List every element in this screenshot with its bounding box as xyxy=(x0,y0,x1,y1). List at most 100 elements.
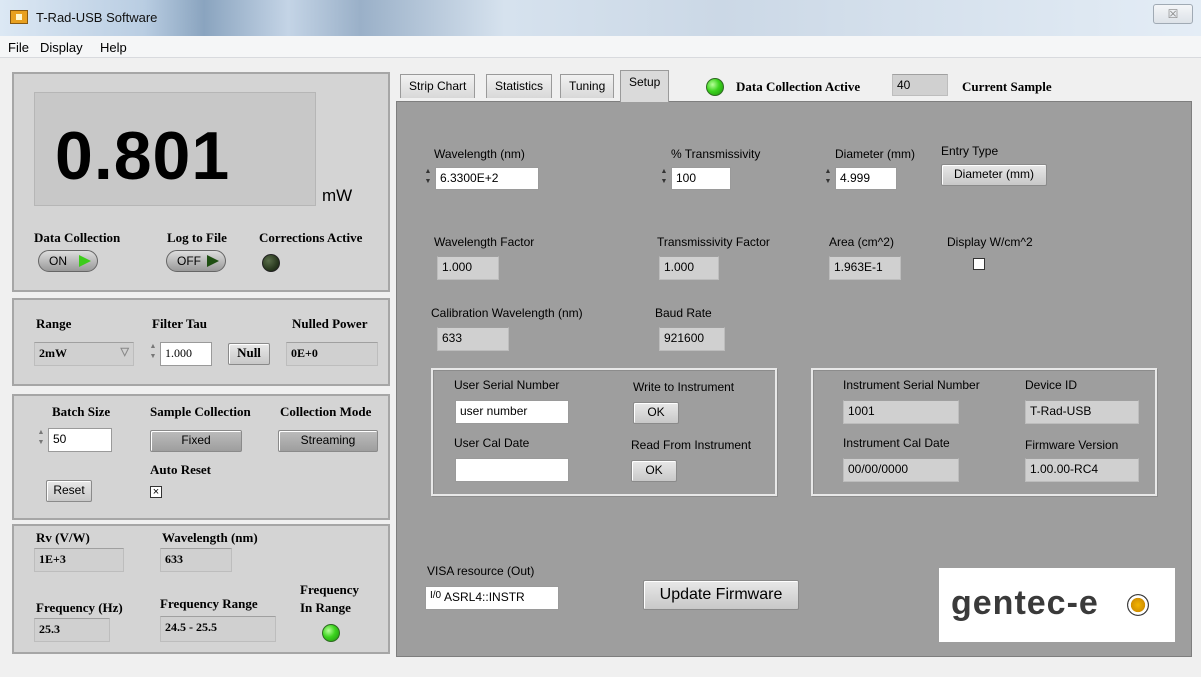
in-range-label-1: Frequency xyxy=(300,582,359,597)
toggle-off-arrow-icon xyxy=(207,255,219,267)
rv-value: 1E+3 xyxy=(34,548,124,572)
batch-size-input[interactable]: 50 xyxy=(48,428,112,452)
transmissivity-input[interactable]: 100 xyxy=(671,167,731,190)
instrument-serial-label: Instrument Serial Number xyxy=(843,378,980,392)
filter-tau-input[interactable]: 1.000 xyxy=(160,342,212,366)
baud-rate-label: Baud Rate xyxy=(655,306,712,320)
user-cal-date-input[interactable] xyxy=(455,458,569,482)
filter-tau-label: Filter Tau xyxy=(152,316,208,331)
info-wavelength-label: Wavelength (nm) xyxy=(162,530,258,545)
info-panel: Rv (V/W) 1E+3 Wavelength (nm) 633 Freque… xyxy=(12,524,390,654)
entry-type-select[interactable]: Diameter (mm) xyxy=(941,164,1047,186)
menu-help[interactable]: Help xyxy=(100,40,127,55)
frequency-in-range-led-icon xyxy=(322,624,340,642)
log-to-file-state: OFF xyxy=(177,254,201,268)
transmissivity-spinner-icon[interactable]: ▲ ▼ xyxy=(659,167,669,189)
app-icon xyxy=(10,10,28,24)
collection-mode-button[interactable]: Streaming xyxy=(278,430,378,452)
firmware-version-label: Firmware Version xyxy=(1025,438,1119,452)
area-label: Area (cm^2) xyxy=(829,235,894,249)
display-wcm-checkbox[interactable] xyxy=(973,258,985,270)
transmissivity-label: % Transmissivity xyxy=(671,147,761,161)
menu-file[interactable]: File xyxy=(8,40,29,55)
current-sample-label: Current Sample xyxy=(962,79,1052,94)
tab-tuning[interactable]: Tuning xyxy=(560,74,615,98)
toggle-on-arrow-icon xyxy=(79,255,91,267)
wavelength-factor-value: 1.000 xyxy=(437,256,499,280)
logo-mark-icon xyxy=(1127,594,1149,616)
corrections-led-icon xyxy=(262,254,280,272)
tab-strip-chart[interactable]: Strip Chart xyxy=(400,74,476,98)
user-serial-label: User Serial Number xyxy=(454,378,560,392)
logo-text: gentec-e xyxy=(951,584,1099,622)
instrument-cal-date-value: 00/00/0000 xyxy=(843,458,959,482)
io-resource-icon: I/0 xyxy=(430,590,442,601)
frequency-label: Frequency (Hz) xyxy=(36,600,123,615)
range-value: 2mW xyxy=(39,346,67,360)
close-button[interactable]: ☒ xyxy=(1153,4,1193,24)
device-id-value: T-Rad-USB xyxy=(1025,400,1139,424)
log-to-file-toggle[interactable]: OFF xyxy=(166,250,226,272)
nulled-power-label: Nulled Power xyxy=(292,316,368,331)
diameter-spinner-icon[interactable]: ▲ ▼ xyxy=(823,167,833,189)
visa-resource-value: ASRL4::INSTR xyxy=(444,590,525,604)
frequency-range-value: 24.5 - 25.5 xyxy=(160,616,276,642)
in-range-label-2: In Range xyxy=(300,600,351,615)
wavelength-spinner-icon[interactable]: ▲ ▼ xyxy=(423,167,433,189)
log-to-file-label: Log to File xyxy=(167,230,227,245)
rv-label: Rv (V/W) xyxy=(36,530,90,545)
range-select[interactable]: 2mW ▽ xyxy=(34,342,134,366)
batch-size-spinner-icon[interactable]: ▲ ▼ xyxy=(36,428,46,450)
read-from-instrument-label: Read From Instrument xyxy=(631,438,752,452)
nulled-power-value: 0E+0 xyxy=(286,342,378,366)
left-border xyxy=(0,58,8,677)
null-button[interactable]: Null xyxy=(228,343,270,365)
firmware-version-value: 1.00.00-RC4 xyxy=(1025,458,1139,482)
menu-bar: File Display Help xyxy=(0,36,1201,58)
user-serial-group: User Serial Number user number Write to … xyxy=(431,368,777,496)
batch-size-label: Batch Size xyxy=(52,404,111,419)
menu-display[interactable]: Display xyxy=(40,40,83,55)
data-collection-active-led-icon xyxy=(706,78,724,96)
visa-resource-select[interactable]: I/0 ASRL4::INSTR xyxy=(425,586,559,610)
setup-panel: Wavelength (nm) ▲ ▼ 6.3300E+2 % Transmiss… xyxy=(396,101,1192,657)
auto-reset-label: Auto Reset xyxy=(150,462,212,477)
diameter-input[interactable]: 4.999 xyxy=(835,167,897,190)
wavelength-factor-label: Wavelength Factor xyxy=(434,235,535,249)
transmissivity-factor-label: Transmissivity Factor xyxy=(657,235,770,249)
data-collection-state: ON xyxy=(49,254,67,268)
collection-mode-label: Collection Mode xyxy=(280,404,372,419)
instrument-serial-value: 1001 xyxy=(843,400,959,424)
range-label: Range xyxy=(36,316,72,331)
batch-panel: Batch Size ▲ ▼ 50 Sample Collection Fixed… xyxy=(12,394,390,520)
instrument-cal-date-label: Instrument Cal Date xyxy=(843,436,950,450)
user-serial-input[interactable]: user number xyxy=(455,400,569,424)
reset-button[interactable]: Reset xyxy=(46,480,92,502)
wavelength-label: Wavelength (nm) xyxy=(434,147,525,161)
calibration-wavelength-label: Calibration Wavelength (nm) xyxy=(431,306,583,320)
filter-tau-spinner-icon[interactable]: ▲ ▼ xyxy=(148,342,158,364)
title-bar: T-Rad-USB Software ☒ xyxy=(0,0,1201,36)
tab-statistics[interactable]: Statistics xyxy=(486,74,553,98)
gentec-logo: gentec-e xyxy=(939,568,1175,642)
update-firmware-button[interactable]: Update Firmware xyxy=(643,580,799,610)
frequency-value: 25.3 xyxy=(34,618,110,642)
auto-reset-checkbox[interactable]: × xyxy=(150,486,162,498)
calibration-wavelength-value: 633 xyxy=(437,327,509,351)
wavelength-input[interactable]: 6.3300E+2 xyxy=(435,167,539,190)
diameter-label: Diameter (mm) xyxy=(835,147,915,161)
data-collection-toggle[interactable]: ON xyxy=(38,250,98,272)
power-panel: 0.801 mW Data Collection ON Log to File … xyxy=(12,72,390,292)
data-collection-active-label: Data Collection Active xyxy=(736,79,861,94)
info-wavelength-value: 633 xyxy=(160,548,232,572)
transmissivity-factor-value: 1.000 xyxy=(659,256,719,280)
current-sample-value: 40 xyxy=(892,74,948,96)
write-ok-button[interactable]: OK xyxy=(633,402,679,424)
dropdown-arrow-icon: ▽ xyxy=(120,346,129,358)
entry-type-label: Entry Type xyxy=(941,144,999,158)
power-value: 0.801 xyxy=(55,118,231,194)
sample-collection-button[interactable]: Fixed xyxy=(150,430,242,452)
tab-setup[interactable]: Setup xyxy=(620,70,670,102)
read-ok-button[interactable]: OK xyxy=(631,460,677,482)
device-id-label: Device ID xyxy=(1025,378,1078,392)
